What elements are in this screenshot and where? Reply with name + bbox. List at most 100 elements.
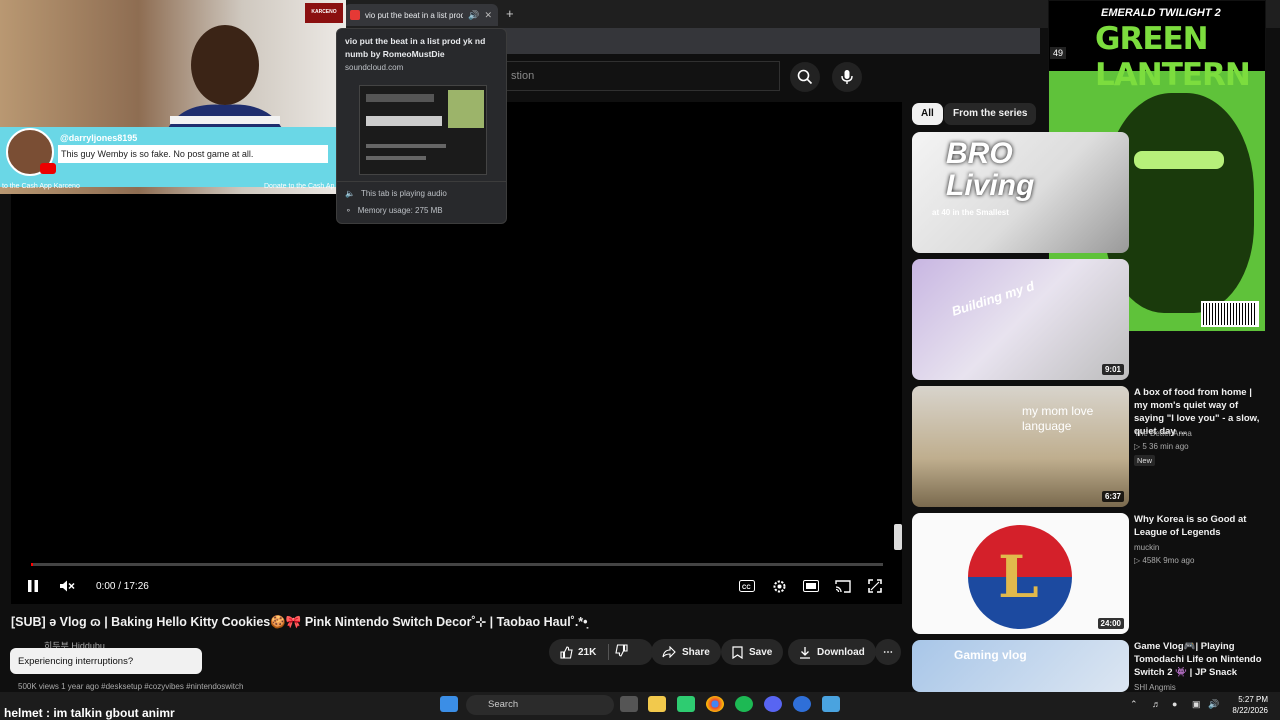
rec-thumbnail-3[interactable]: my mom love language 6:37 xyxy=(912,386,1129,507)
rec-thumbnail-text: my mom love language xyxy=(1022,404,1094,433)
app-green-icon[interactable] xyxy=(677,696,695,712)
volume-icon[interactable]: 🔊 xyxy=(1208,699,1219,710)
cast-button[interactable] xyxy=(833,576,853,596)
stream-ticker: helmet : im talkin gbout animr xyxy=(4,706,175,720)
chip-from-series[interactable]: From the series xyxy=(944,103,1037,125)
taskbar-search[interactable]: Search xyxy=(466,695,614,715)
windows-taskbar xyxy=(0,692,1280,720)
captions-icon: CC xyxy=(739,580,755,592)
bookmark-icon xyxy=(732,645,743,659)
memory-usage-row: ⚬ Memory usage: 275 MB xyxy=(345,206,443,215)
time-display: 0:00 / 17:26 xyxy=(96,581,149,592)
spotify-icon[interactable] xyxy=(735,696,753,712)
like-count: 21K xyxy=(578,646,597,658)
task-view-icon[interactable] xyxy=(620,696,638,712)
muted-volume-icon xyxy=(60,580,75,592)
rec-thumbnail-text: Building my d xyxy=(949,278,1037,319)
pause-icon xyxy=(28,580,38,592)
audio-status-row: 🔈 This tab is playing audio xyxy=(345,189,447,198)
page-scrollbar-thumb[interactable] xyxy=(894,524,902,550)
rec-channel-4[interactable]: muckin xyxy=(1134,543,1159,552)
browser-tab-soundcloud[interactable]: vio put the beat in a list prod 🔊 ✕ xyxy=(344,4,498,26)
windows-start-icon[interactable] xyxy=(440,696,458,712)
save-button[interactable]: Save xyxy=(721,639,784,665)
file-explorer-icon[interactable] xyxy=(648,696,666,712)
voice-search-button[interactable] xyxy=(832,62,862,92)
share-button[interactable]: Share xyxy=(651,639,721,665)
rec-thumbnail-text: BRO Living xyxy=(946,137,1035,202)
theater-icon xyxy=(803,580,819,592)
mute-button[interactable] xyxy=(57,576,77,596)
rec-thumbnail-4[interactable]: L 24:00 xyxy=(912,513,1129,634)
donation-text-right: Donate to the Cash Ap xyxy=(264,183,335,190)
svg-text:CC: CC xyxy=(742,585,751,591)
share-label: Share xyxy=(682,646,710,658)
captions-button[interactable]: CC xyxy=(737,576,757,596)
tab-title: vio put the beat in a list prod xyxy=(365,10,464,20)
fullscreen-button[interactable] xyxy=(865,576,885,596)
settings-button[interactable] xyxy=(769,576,789,596)
search-input[interactable]: stion xyxy=(470,61,780,91)
rec-title-5[interactable]: Game Vlog🎮| Playing Tomodachi Life on Ni… xyxy=(1134,640,1266,680)
search-button[interactable] xyxy=(790,62,820,92)
like-button[interactable]: 21K xyxy=(560,645,597,659)
comic-title: GREEN LANTERN xyxy=(1095,21,1251,93)
progress-bar[interactable] xyxy=(31,563,883,566)
speaker-icon[interactable]: 🔊 xyxy=(468,10,479,21)
ccleaner-icon[interactable] xyxy=(793,696,811,712)
microphone-tray-icon[interactable]: ● xyxy=(1172,699,1177,709)
microphone-icon xyxy=(841,70,853,84)
download-button[interactable]: Download xyxy=(788,639,876,665)
new-tab-button[interactable]: + xyxy=(506,6,514,21)
clock-time: 5:27 PM xyxy=(1238,695,1268,704)
tray-chevron-icon[interactable]: ⌃ xyxy=(1130,699,1138,710)
gear-icon xyxy=(773,580,785,592)
comic-issue: 49 xyxy=(1050,47,1067,59)
discord-icon[interactable] xyxy=(764,696,782,712)
rec-thumbnail-text: L xyxy=(998,543,1039,611)
rec-title-4[interactable]: Why Korea is so Good at League of Legend… xyxy=(1134,513,1266,539)
search-icon xyxy=(797,69,813,85)
chrome-icon[interactable] xyxy=(706,696,724,712)
theater-mode-button[interactable] xyxy=(801,576,821,596)
rec-thumbnail-2[interactable]: Building my d 9:01 xyxy=(912,259,1129,380)
chip-all[interactable]: All xyxy=(912,103,943,125)
rec-thumbnail-5[interactable]: Gaming vlog xyxy=(912,640,1129,692)
soundcloud-favicon-icon xyxy=(350,10,360,20)
rec-meta-3: ▷ 5 36 min ago xyxy=(1134,442,1189,451)
pause-button[interactable] xyxy=(23,576,43,596)
dislike-button[interactable] xyxy=(615,644,628,660)
thumbs-down-icon xyxy=(615,644,628,657)
interruption-toast[interactable]: Experiencing interruptions? xyxy=(10,648,202,674)
video-title: [SUB] ə Vlog ɷ | Baking Hello Kitty Cook… xyxy=(11,615,588,629)
donation-text-left: to the Cash App Karceno xyxy=(2,183,80,190)
video-duration: 9:01 xyxy=(1101,364,1124,375)
network-icon[interactable]: ▣ xyxy=(1192,699,1201,710)
rec-channel-3[interactable]: The Better Anna xyxy=(1134,429,1192,438)
cast-icon xyxy=(835,579,851,593)
more-actions-button[interactable]: ⋯ xyxy=(875,639,901,665)
download-label: Download xyxy=(817,646,865,658)
headset-icon[interactable]: ♬ xyxy=(1152,699,1161,709)
barcode xyxy=(1201,301,1259,327)
share-icon xyxy=(662,646,676,658)
video-duration: 24:00 xyxy=(1097,618,1124,629)
rec-thumbnail-1[interactable]: BRO Living at 40 in the Smallest xyxy=(912,132,1129,253)
new-badge: New xyxy=(1134,455,1156,466)
hover-card-divider xyxy=(337,181,506,182)
audio-status-text: This tab is playing audio xyxy=(360,189,447,198)
more-horizontal-icon: ⋯ xyxy=(883,646,893,658)
comic-series: EMERALD TWILIGHT 2 xyxy=(1101,7,1221,19)
chat-username: @darryljones8195 xyxy=(60,133,138,143)
system-clock[interactable]: 5:27 PM 8/22/2026 xyxy=(1222,694,1268,716)
progress-fill xyxy=(31,563,33,566)
view-count: 500K views 1 year ago #desksetup #cozyvi… xyxy=(18,682,244,691)
download-icon xyxy=(800,646,810,659)
clock-date: 8/22/2026 xyxy=(1232,706,1268,715)
rec-thumbnail-subtext: at 40 in the Smallest xyxy=(932,208,1009,217)
thumbs-up-icon xyxy=(560,645,573,659)
rec-channel-5[interactable]: SHI Angmis xyxy=(1134,683,1176,692)
photos-icon[interactable] xyxy=(822,696,840,712)
close-tab-icon[interactable]: ✕ xyxy=(484,10,492,21)
channel-logo: KARCENO xyxy=(305,3,343,23)
